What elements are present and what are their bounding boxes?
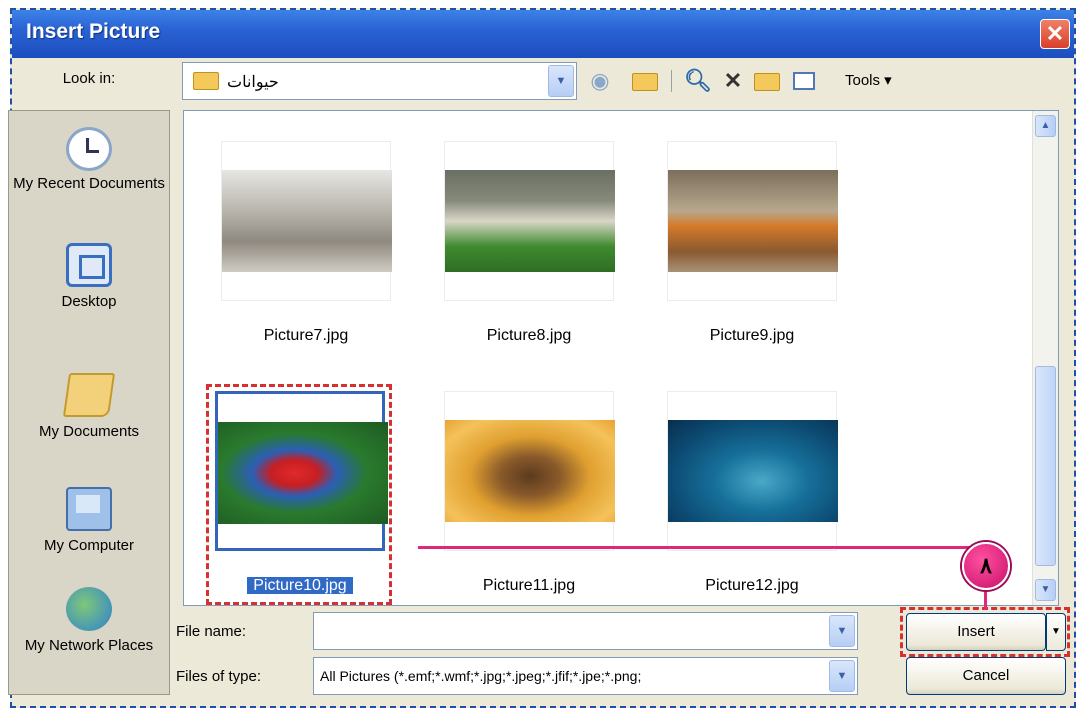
scroll-down-icon[interactable]: ▼: [1035, 579, 1056, 601]
place-label: My Computer: [43, 537, 135, 554]
file-name-label: Picture10.jpg: [210, 577, 390, 595]
place-my-network-places[interactable]: My Network Places: [9, 587, 169, 655]
place-label: My Documents: [38, 423, 140, 440]
scroll-up-icon[interactable]: ▲: [1035, 115, 1056, 137]
thumbnail-frame: [667, 141, 838, 301]
file-name-label: Picture7.jpg: [216, 327, 396, 345]
folder-icon: [193, 72, 219, 90]
file-tile-picture11[interactable]: Picture11.jpg: [439, 391, 619, 601]
tools-menu-button[interactable]: Tools ▾: [845, 71, 892, 89]
title-bar: Insert Picture ✕: [12, 10, 1074, 58]
snake-thumbnail: [445, 420, 615, 522]
file-tile-picture9[interactable]: Picture9.jpg: [662, 141, 842, 351]
up-one-level-button[interactable]: [630, 66, 660, 96]
create-new-folder-button[interactable]: [752, 66, 782, 96]
file-tile-picture12[interactable]: Picture12.jpg: [662, 391, 842, 601]
desktop-icon: [66, 243, 112, 287]
insert-options-button[interactable]: ▼: [1046, 613, 1066, 651]
file-tile-picture7[interactable]: Picture7.jpg: [216, 141, 396, 351]
lambs-thumbnail: [445, 170, 615, 272]
views-icon: [793, 72, 815, 90]
file-tile-picture10[interactable]: Picture10.jpg: [210, 391, 390, 601]
place-desktop[interactable]: Desktop: [9, 243, 169, 311]
file-name-label: Picture8.jpg: [439, 327, 619, 345]
place-my-documents[interactable]: My Documents: [9, 373, 169, 441]
parrot-thumbnail: [218, 422, 388, 524]
file-name-text: Picture7.jpg: [263, 327, 349, 344]
sheep-thumbnail: [222, 170, 392, 272]
my-documents-icon: [62, 373, 116, 417]
place-label: Desktop: [61, 293, 117, 310]
delete-button[interactable]: ✕: [718, 66, 748, 96]
insert-button[interactable]: Insert: [906, 613, 1046, 651]
callout-connector: [418, 546, 978, 549]
file-name-label: Picture11.jpg: [439, 577, 619, 595]
file-name-label: File name:: [176, 623, 247, 640]
toolbar-separator: [671, 70, 672, 92]
file-name-label: Picture12.jpg: [662, 577, 842, 595]
file-name-text: Picture10.jpg: [247, 577, 353, 594]
chevron-down-icon[interactable]: ▼: [829, 615, 855, 647]
my-computer-icon: [66, 487, 112, 531]
step-callout-badge: ٨: [962, 542, 1010, 590]
place-label: My Network Places: [24, 637, 154, 654]
chevron-down-icon[interactable]: ▼: [829, 660, 855, 692]
place-my-recent-documents[interactable]: My Recent Documents: [9, 125, 169, 193]
file-name-text: Picture12.jpg: [705, 577, 799, 594]
places-bar: My Recent Documents Desktop My Documents…: [8, 110, 170, 695]
thumbnail-frame: [667, 391, 838, 551]
chevron-down-icon[interactable]: ▼: [548, 65, 574, 97]
look-in-label: Look in:: [62, 70, 116, 87]
back-button[interactable]: ◉: [585, 66, 615, 96]
file-name-text: Picture11.jpg: [482, 577, 576, 594]
file-name-text: Picture8.jpg: [486, 327, 572, 344]
look-in-value: حيوانات: [227, 74, 279, 91]
thumbnail-frame: [215, 391, 388, 551]
file-type-label: Files of type:: [176, 668, 262, 685]
thumbnail-frame: [444, 391, 615, 551]
file-name-label: Picture9.jpg: [662, 327, 842, 345]
callout-connector: [984, 588, 987, 610]
vertical-scrollbar[interactable]: ▲ ▼: [1032, 111, 1058, 605]
new-folder-icon: [754, 73, 780, 91]
close-button[interactable]: ✕: [1040, 19, 1070, 49]
recent-documents-icon: [66, 127, 112, 171]
file-name-input[interactable]: ▼: [313, 612, 858, 650]
rooster-thumbnail: [668, 170, 838, 272]
views-button[interactable]: [790, 66, 820, 96]
scroll-thumb[interactable]: [1035, 366, 1056, 566]
place-my-computer[interactable]: My Computer: [9, 487, 169, 555]
thumbnail-frame: [221, 141, 392, 301]
place-label: My Recent Documents: [13, 175, 165, 192]
look-in-dropdown[interactable]: حيوانات ▼: [182, 62, 577, 100]
cancel-button[interactable]: Cancel: [906, 657, 1066, 695]
up-folder-icon: [632, 73, 658, 91]
file-type-dropdown[interactable]: All Pictures (*.emf;*.wmf;*.jpg;*.jpeg;*…: [313, 657, 858, 695]
file-list-view[interactable]: Picture7.jpg Picture8.jpg Picture9.jpg P…: [183, 110, 1059, 606]
file-type-value: All Pictures (*.emf;*.wmf;*.jpg;*.jpeg;*…: [320, 668, 642, 684]
file-tile-picture8[interactable]: Picture8.jpg: [439, 141, 619, 351]
network-places-icon: [66, 587, 112, 631]
thumbnail-frame: [444, 141, 615, 301]
dialog-title: Insert Picture: [26, 20, 161, 43]
file-name-text: Picture9.jpg: [709, 327, 795, 344]
search-web-button[interactable]: 🔍︎: [683, 66, 713, 96]
turtle-thumbnail: [668, 420, 838, 522]
